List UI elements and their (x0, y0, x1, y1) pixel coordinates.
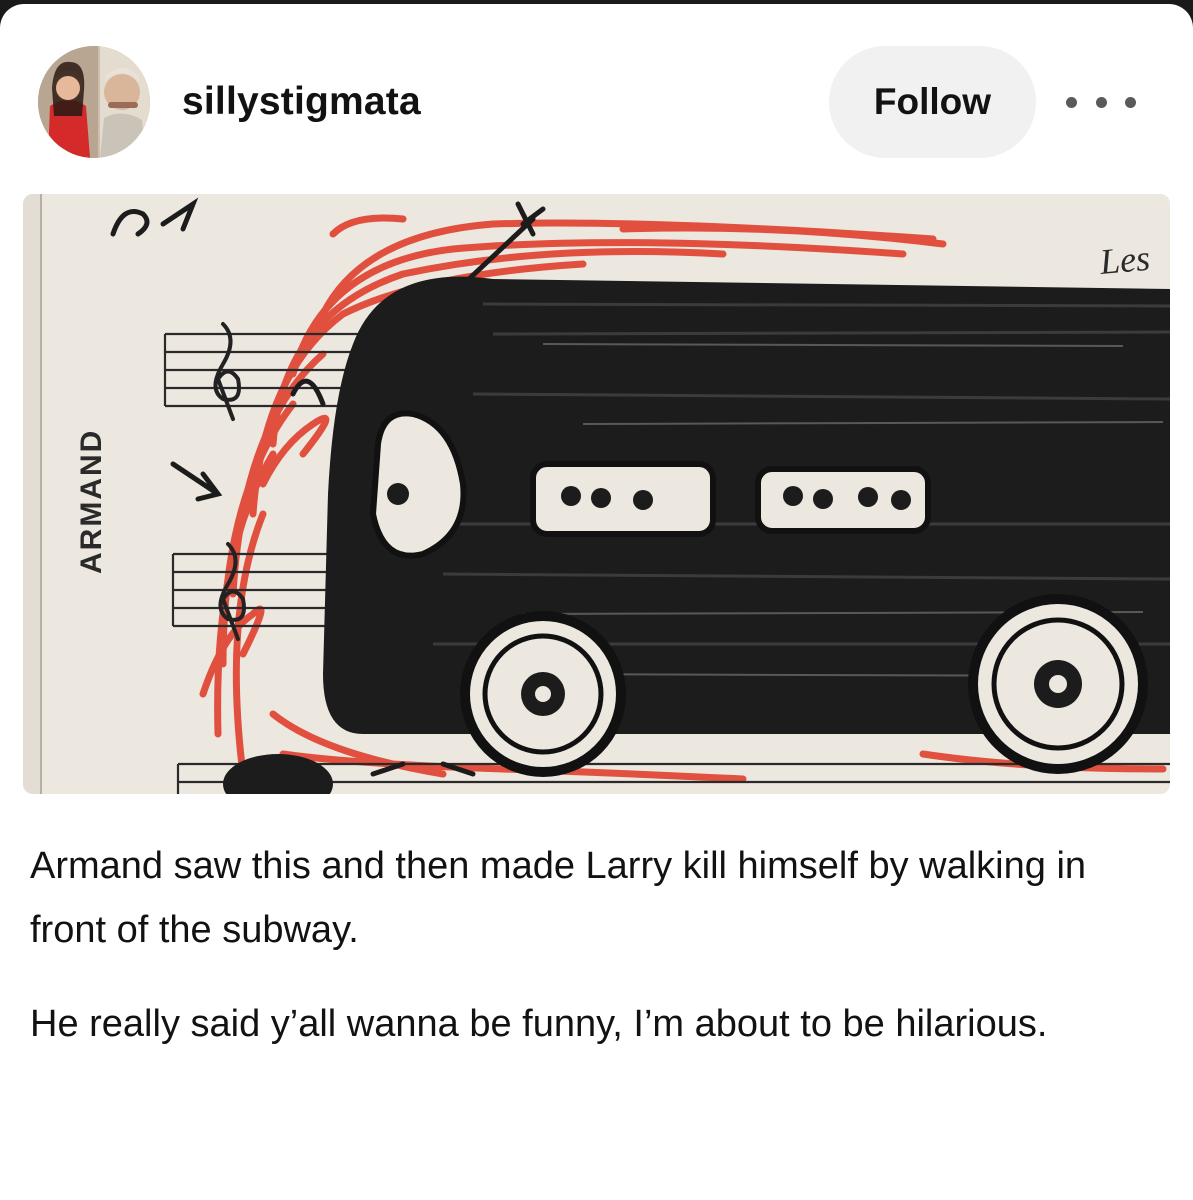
post-header: sillystigmata Follow (0, 4, 1193, 194)
handwritten-label-les: Les (1097, 238, 1151, 282)
avatar-image (38, 46, 150, 158)
username[interactable]: sillystigmata (182, 80, 421, 124)
sheet-music-bus-drawing: ARMAND Les (23, 194, 1170, 794)
caption-paragraph: He really said y’all wanna be funny, I’m… (30, 1003, 1048, 1045)
more-horizontal-icon (1095, 96, 1107, 108)
more-options-button[interactable] (1066, 82, 1136, 122)
more-horizontal-icon (1125, 96, 1136, 108)
post-caption: Armand saw this and then made Larry kill… (30, 834, 1150, 1086)
avatar[interactable] (38, 46, 150, 158)
follow-button[interactable]: Follow (829, 46, 1036, 158)
post-card: sillystigmata Follow ARMAND Les Armand s… (0, 4, 1193, 1200)
more-horizontal-icon (1066, 96, 1077, 108)
caption-paragraph: Armand saw this and then made Larry kill… (30, 845, 1087, 951)
post-image[interactable]: ARMAND Les (23, 194, 1170, 794)
handwritten-label-armand: ARMAND (75, 429, 108, 574)
